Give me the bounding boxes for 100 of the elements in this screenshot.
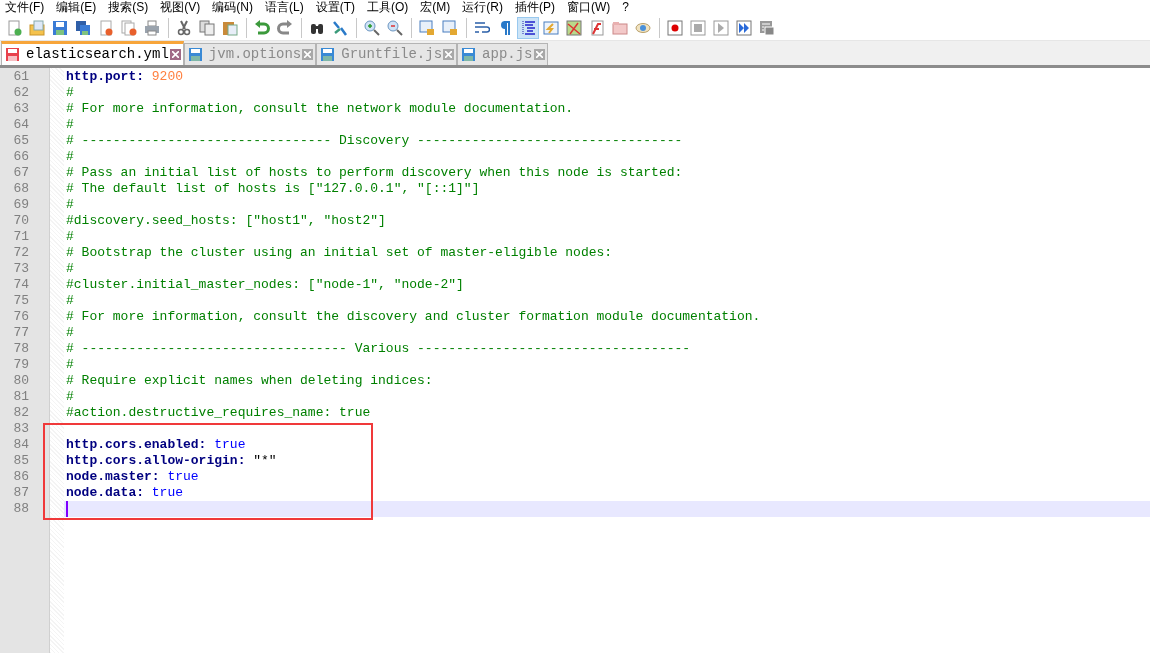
line-number: 76 [12, 309, 30, 325]
code-text: # -------------------------------- Discovery ---------------------------------- [66, 133, 683, 149]
page-icon [6, 19, 22, 36]
code-text: 9200 [150, 69, 184, 85]
code-text: http.cors.enabled: [66, 437, 207, 453]
line-number: 74 [12, 277, 30, 293]
floppy-disks-icon [75, 19, 91, 36]
code-text: # Require explicit names when deleting indices: [66, 373, 433, 389]
close-icon[interactable] [169, 49, 181, 60]
code-text: node.data: [66, 485, 144, 501]
line-number: 70 [12, 213, 30, 229]
code-text: "*" [252, 453, 277, 469]
line-number: 72 [12, 245, 30, 261]
tab-label: jvm.options [208, 45, 302, 64]
code-text: # [66, 389, 74, 405]
window-lightning-icon [543, 19, 559, 36]
copy-icon [199, 19, 215, 36]
fast-forward-icon [736, 19, 752, 36]
window-lock-icon [442, 19, 458, 36]
code-text: true [150, 485, 184, 501]
line-number: 77 [12, 325, 30, 341]
text-wrap-icon [474, 19, 490, 36]
code-text: # For more information, consult the network module documentation. [66, 101, 574, 117]
code-text: #action.destructive_requires_name: true [66, 405, 371, 421]
line-number: 69 [12, 197, 30, 213]
code-text: http.port: [66, 69, 144, 85]
pages-remove-icon [121, 19, 137, 36]
line-number: 66 [12, 149, 30, 165]
menu-item[interactable]: 工具(O) [362, 0, 414, 15]
code-text: # For more information, consult the discovery and cluster formation module documentation. [66, 309, 761, 325]
code-text: # [66, 117, 74, 133]
menu-item[interactable]: 文件(F) [0, 0, 50, 15]
line-number: 82 [12, 405, 30, 421]
table-icon [759, 19, 775, 36]
stop-icon [690, 19, 706, 36]
folder-icon [29, 19, 45, 36]
line-number: 71 [12, 229, 30, 245]
code-text: #discovery.seed_hosts: ["host1", "host2"] [66, 213, 386, 229]
scissors-icon [176, 19, 192, 36]
line-number: 79 [12, 357, 30, 373]
line-number: 78 [12, 341, 30, 357]
undo-arrow-icon [254, 19, 270, 36]
indent-guide-icon [520, 19, 536, 36]
code-text: # [66, 197, 74, 213]
menu-item[interactable]: 窗口(W) [562, 0, 616, 15]
page-remove-icon [98, 19, 114, 36]
tab-label: app.js [482, 45, 533, 64]
menu-item[interactable]: 插件(P) [510, 0, 560, 15]
menu-item[interactable]: 编辑(E) [51, 0, 102, 15]
folder-icon [612, 19, 628, 36]
line-number: 61 [12, 69, 30, 85]
code-text: #cluster.initial_master_nodes: ["node-1", "node-2"] [66, 277, 464, 293]
code-text: # [66, 85, 74, 101]
redo-arrow-icon [277, 19, 293, 36]
line-number: 62 [12, 85, 30, 101]
line-number: 88 [12, 501, 30, 517]
code-text: true [166, 469, 199, 485]
window-lock-icon [419, 19, 435, 36]
code-text: # Pass an initial list of hosts to perform discovery when this node is started: [66, 165, 683, 181]
tab-label: Gruntfile.js [341, 45, 443, 64]
code-text: # Bootstrap the cluster using an initial set of master-eligible nodes: [66, 245, 613, 261]
line-number: 87 [12, 485, 30, 501]
line-number: 81 [12, 389, 30, 405]
code-text: node.master: [66, 469, 160, 485]
close-icon[interactable] [443, 49, 455, 60]
menu-item[interactable]: 宏(M) [415, 0, 456, 15]
code-text: # [66, 229, 74, 245]
line-number: 75 [12, 293, 30, 309]
text-cursor [66, 501, 68, 517]
printer-icon [144, 19, 160, 36]
menu-item[interactable]: 搜索(S) [103, 0, 154, 15]
menu-item[interactable]: 编码(N) [207, 0, 258, 15]
code-text: true [213, 437, 246, 453]
line-number: 86 [12, 469, 30, 485]
code-text: # ---------------------------------- Various ----------------------------------- [66, 341, 691, 357]
line-number: 83 [12, 421, 30, 437]
close-icon[interactable] [533, 49, 545, 60]
toolbar-button[interactable] [517, 16, 539, 39]
line-number: 73 [12, 261, 30, 277]
line-number: 80 [12, 373, 30, 389]
menu-item[interactable]: 语言(L) [260, 0, 309, 15]
line-number: 64 [12, 117, 30, 133]
line-number: 84 [12, 437, 30, 453]
menu-item[interactable]: 视图(V) [155, 0, 206, 15]
record-icon [667, 19, 683, 36]
code-text: # The default list of hosts is ["127.0.0.1", "[::1]"] [66, 181, 480, 197]
replace-icon [332, 19, 348, 36]
menu-item[interactable]: ? [617, 0, 634, 15]
line-number: 68 [12, 181, 30, 197]
file-tab[interactable]: elasticsearch.yml [1, 41, 184, 65]
code-text: # [66, 293, 74, 309]
close-icon[interactable] [302, 49, 314, 60]
menu-item[interactable]: 设置(T) [310, 0, 360, 15]
code-text: http.cors.allow-origin: [66, 453, 246, 469]
code-text: # [66, 325, 74, 341]
code-text: # [66, 261, 74, 277]
map-icon [566, 19, 582, 36]
play-icon [713, 19, 729, 36]
clipboard-icon [222, 19, 238, 36]
menu-item[interactable]: 运行(R) [457, 0, 508, 15]
